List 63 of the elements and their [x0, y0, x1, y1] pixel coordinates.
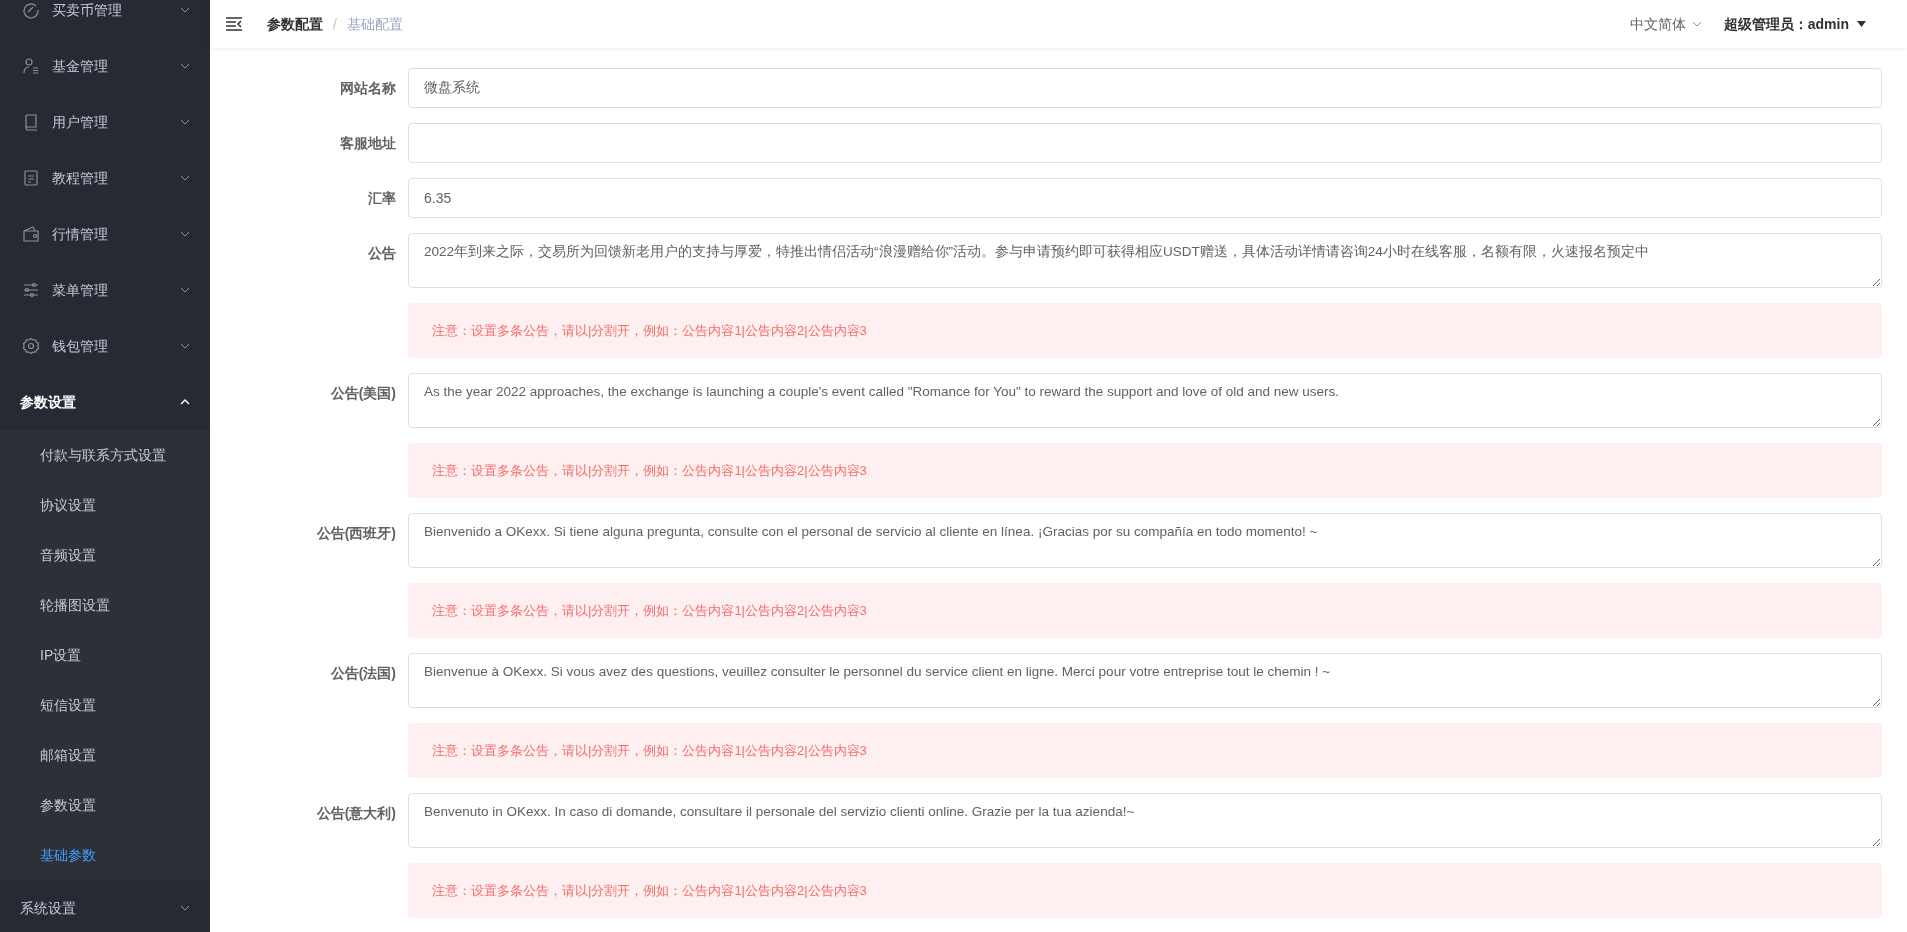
chevron-down-icon — [180, 119, 190, 125]
sidebar-menu-item[interactable]: 钱包管理 — [0, 318, 210, 374]
chevron-down-icon — [1691, 21, 1702, 27]
submenu-item[interactable]: 短信设置 — [0, 680, 210, 730]
sidebar-menu-item[interactable]: 基金管理 — [0, 38, 210, 94]
chevron-down-icon — [180, 175, 190, 181]
chevron-down-icon — [180, 905, 190, 911]
notice-alert: 注意：设置多条公告，请以|分割开，例如：公告内容1|公告内容2|公告内容3 — [408, 863, 1882, 918]
wallet-icon — [22, 225, 40, 243]
user-list-icon — [22, 57, 40, 75]
chevron-down-icon — [180, 287, 190, 293]
textarea-field[interactable]: Bienvenue à OKexx. Si vous avez des questions, veuillez consulter le personnel du service client en ligne. Merci pour votre entreprise tout le chemin ! ~ — [408, 653, 1882, 708]
submenu-item[interactable]: 邮箱设置 — [0, 730, 210, 780]
submenu-item[interactable]: 音频设置 — [0, 530, 210, 580]
settings-icon — [22, 337, 40, 355]
submenu-item[interactable]: 基础参数 — [0, 830, 210, 880]
user-dropdown[interactable]: 超级管理员：admin — [1723, 13, 1866, 35]
text-input[interactable]: 6.35 — [408, 178, 1882, 218]
chevron-up-icon — [180, 399, 190, 405]
breadcrumb-item[interactable]: 参数配置 — [267, 13, 323, 35]
gauge-icon — [22, 1, 40, 19]
submenu-item[interactable]: 轮播图设置 — [0, 580, 210, 630]
field-label: 汇率 — [367, 189, 396, 208]
field-label: 公告(美国) — [329, 384, 396, 403]
textarea-field[interactable]: Bienvenido a OKexx. Si tiene alguna pregunta, consulte con el personal de servicio al cliente en línea. ¡Gracias por su compañía en todo momento! ~ — [408, 513, 1882, 568]
submenu-item[interactable]: 协议设置 — [0, 480, 210, 530]
notice-alert: 注意：设置多条公告，请以|分割开，例如：公告内容1|公告内容2|公告内容3 — [408, 443, 1882, 498]
breadcrumb-item: 基础配置 — [346, 14, 403, 34]
sidebar-menu-item[interactable]: 参数设置 — [0, 374, 210, 430]
field-label: 公告(意大利) — [315, 804, 396, 823]
textarea-field[interactable]: 2022年到来之际，交易所为回馈新老用户的支持与厚爱，特推出情侣活动“浪漫赠给你”活动。参与申请预约即可获得相应USDT赠送，具体活动详情请咨询24小时在线客服，名额有限，火速报名预定中 — [408, 233, 1882, 288]
notice-alert: 注意：设置多条公告，请以|分割开，例如：公告内容1|公告内容2|公告内容3 — [408, 303, 1882, 358]
notice-alert: 注意：设置多条公告，请以|分割开，例如：公告内容1|公告内容2|公告内容3 — [408, 583, 1882, 638]
chevron-down-icon — [180, 7, 190, 13]
textarea-field[interactable]: As the year 2022 approaches, the exchange is launching a couple's event called "Romance for You" to reward the support and love of old and new users. — [408, 373, 1882, 428]
document-icon — [22, 169, 40, 187]
sidebar-menu-item[interactable]: 菜单管理 — [0, 262, 210, 318]
sidebar-menu-item[interactable]: 系统设置 — [0, 880, 210, 932]
submenu-item[interactable]: 付款与联系方式设置 — [0, 430, 210, 480]
text-input[interactable] — [408, 123, 1882, 163]
field-label: 公告(西班牙) — [315, 524, 396, 543]
chevron-down-icon — [180, 63, 190, 69]
breadcrumb-separator: / — [333, 14, 337, 34]
sliders-icon — [22, 281, 40, 299]
submenu-item[interactable]: IP设置 — [0, 630, 210, 680]
field-label: 公告 — [367, 244, 396, 263]
text-input[interactable]: 微盘系统 — [408, 68, 1882, 108]
chevron-down-icon — [180, 343, 190, 349]
field-label: 网站名称 — [339, 79, 396, 98]
menu-icon[interactable] — [225, 17, 243, 31]
notice-alert: 注意：设置多条公告，请以|分割开，例如：公告内容1|公告内容2|公告内容3 — [408, 723, 1882, 778]
textarea-field[interactable]: Benvenuto in OKexx. In caso di domande, consultare il personale del servizio clienti online. Grazie per la tua azienda!~ — [408, 793, 1882, 848]
submenu-item[interactable]: 参数设置 — [0, 780, 210, 830]
field-label: 公告(法国) — [329, 664, 396, 683]
notebook-icon — [22, 113, 40, 131]
field-label: 客服地址 — [339, 134, 396, 153]
sidebar-menu-item[interactable]: 买卖币管理 — [0, 0, 210, 38]
sidebar-menu-item[interactable]: 行情管理 — [0, 206, 210, 262]
sidebar-menu-item[interactable]: 用户管理 — [0, 94, 210, 150]
language-dropdown[interactable]: 中文简体 — [1629, 13, 1702, 35]
caret-down-icon — [1857, 21, 1866, 27]
sidebar-menu-item[interactable]: 教程管理 — [0, 150, 210, 206]
chevron-down-icon — [180, 231, 190, 237]
